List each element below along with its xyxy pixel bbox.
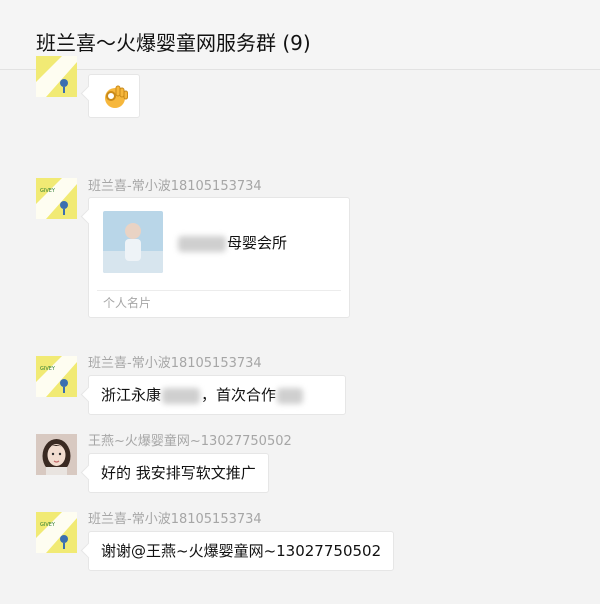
sender-name: 班兰喜-常小波18105153734: [88, 512, 262, 527]
chat-header: 班兰喜～火爆婴童网服务群 (9): [0, 0, 600, 70]
avatar[interactable]: GIVEY: [36, 512, 77, 553]
chat-title: 班兰喜～火爆婴童网服务群 (9): [36, 31, 311, 55]
message-text: ，首次合作: [201, 386, 277, 404]
avatar[interactable]: GIVEY: [36, 178, 77, 219]
svg-text:GIVEY: GIVEY: [40, 522, 56, 528]
emoji-bubble[interactable]: [88, 74, 140, 118]
contact-card-label: 个人名片: [103, 296, 152, 310]
avatar[interactable]: [36, 56, 77, 97]
message-text: 浙江永康: [101, 386, 162, 404]
contact-card-name: 母婴会所: [177, 232, 287, 253]
divider: [97, 290, 341, 291]
contact-card-name-text: 母婴会所: [227, 234, 288, 252]
avatar[interactable]: GIVEY: [36, 356, 77, 397]
message-bubble[interactable]: 好的 我安排写软文推广: [88, 453, 269, 493]
message-bubble[interactable]: 浙江永康 ，首次合作: [88, 375, 346, 415]
svg-text:GIVEY: GIVEY: [40, 188, 56, 194]
svg-text:GIVEY: GIVEY: [40, 366, 56, 372]
sender-name: 班兰喜-常小波18105153734: [88, 356, 262, 371]
ok-hand-icon: [105, 85, 128, 108]
message-bubble[interactable]: 谢谢@王燕~火爆婴童网~13027750502: [88, 531, 395, 571]
contact-card-avatar: [103, 211, 163, 273]
avatar[interactable]: [36, 434, 77, 475]
sender-name: 班兰喜-常小波18105153734: [88, 179, 262, 194]
contact-card[interactable]: 母婴会所 个人名片: [88, 197, 350, 318]
sender-name: 王燕~火爆婴童网~13027750502: [88, 434, 292, 449]
